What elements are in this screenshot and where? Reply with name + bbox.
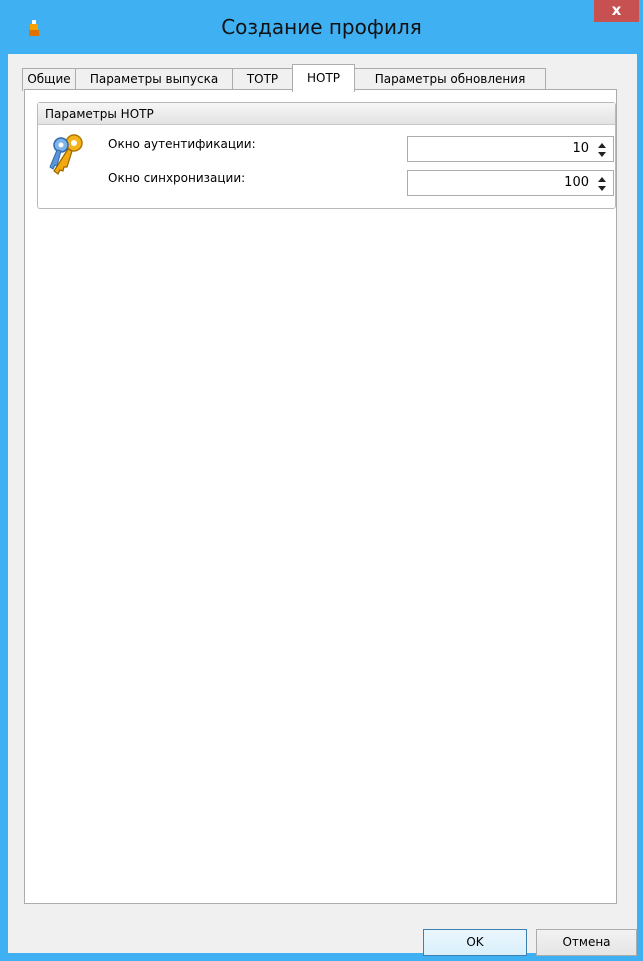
dialog-window: Создание профиля x Общие Параметры выпус… (0, 0, 643, 961)
tab-issue-params[interactable]: Параметры выпуска (75, 68, 233, 91)
group-title: Параметры HOTP (38, 103, 615, 125)
spin-up-icon[interactable] (597, 140, 607, 150)
dialog-client-area: Общие Параметры выпуска TOTP HOTP Параме… (8, 54, 637, 956)
hotp-params-group: Параметры HOTP Окно аутентификации: 10 О… (37, 102, 616, 209)
auth-window-spinner[interactable]: 10 (407, 136, 614, 162)
button-bar: OK Отмена (8, 921, 637, 956)
sync-window-value[interactable]: 100 (564, 171, 589, 195)
sync-window-spinner[interactable]: 100 (407, 170, 614, 196)
ok-button[interactable]: OK (423, 929, 527, 956)
sync-window-label: Окно синхронизации: (108, 171, 246, 185)
keys-icon (49, 134, 83, 175)
spin-down-icon[interactable] (597, 150, 607, 160)
tab-update-params[interactable]: Параметры обновления (354, 68, 546, 91)
title-bar[interactable]: Создание профиля x (0, 0, 643, 54)
window-title: Создание профиля (221, 15, 422, 39)
tab-totp[interactable]: TOTP (232, 68, 293, 91)
hotp-tab-panel: Параметры HOTP Окно аутентификации: 10 О… (24, 89, 617, 904)
tab-hotp[interactable]: HOTP (292, 64, 355, 92)
auth-window-value[interactable]: 10 (572, 137, 589, 161)
spin-down-icon[interactable] (597, 184, 607, 194)
spin-up-icon[interactable] (597, 174, 607, 184)
cancel-button[interactable]: Отмена (536, 929, 637, 956)
tab-general[interactable]: Общие (22, 68, 76, 91)
close-button[interactable]: x (594, 0, 639, 22)
auth-window-label: Окно аутентификации: (108, 137, 256, 151)
